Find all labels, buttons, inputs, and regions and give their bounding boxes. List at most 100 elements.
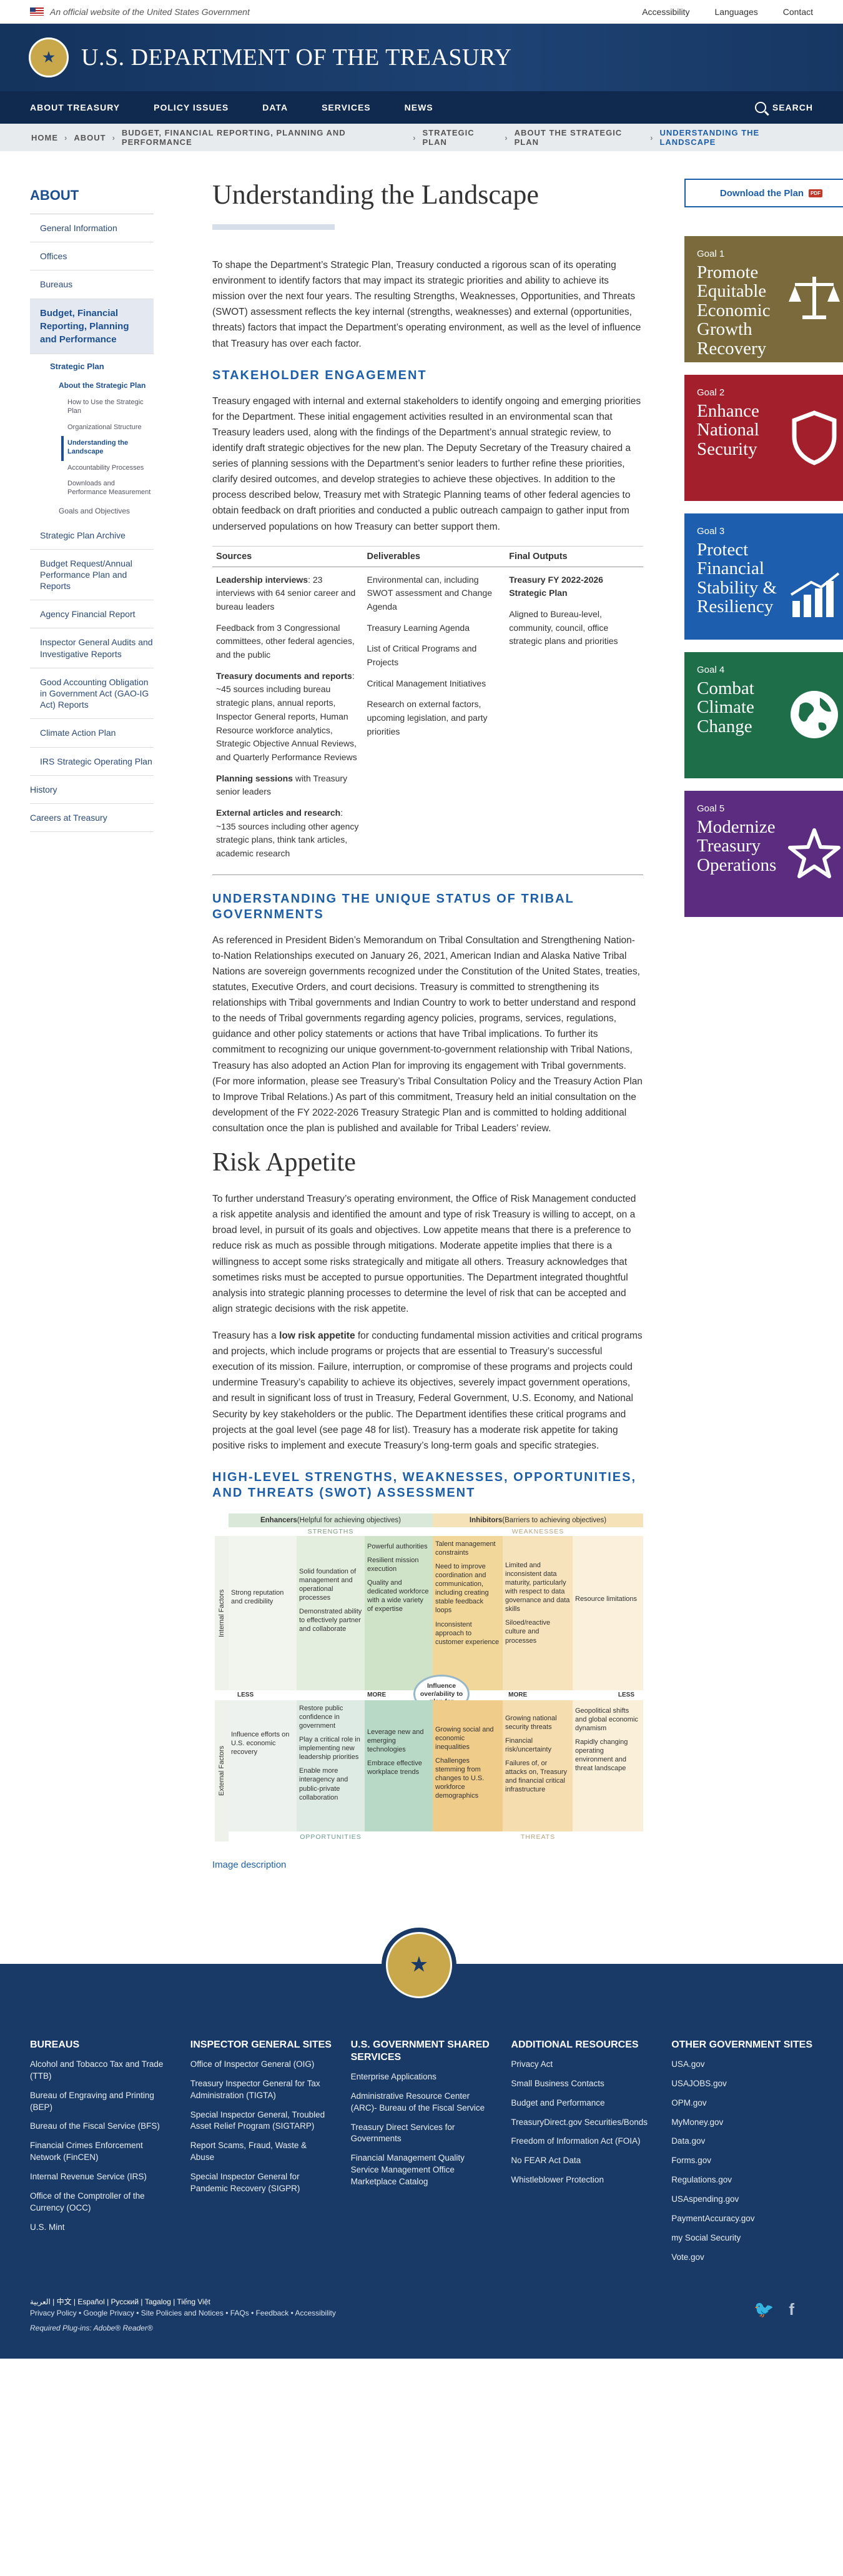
footer-link[interactable]: Small Business Contacts (511, 2078, 653, 2090)
treasury-seal-logo[interactable]: ★ (29, 37, 69, 77)
facebook-icon[interactable]: f (789, 2300, 794, 2319)
sidebar-item-irs-plan[interactable]: IRS Strategic Operating Plan (30, 748, 154, 776)
sidebar-item-accountability[interactable]: Accountability Processes (30, 461, 154, 477)
sidebar-item-climate[interactable]: Climate Action Plan (30, 719, 154, 748)
table-header-sources: Sources (212, 545, 363, 567)
swot-diagram: Enhancers (Helpful for achieving objecti… (215, 1513, 643, 1851)
footer-col-heading: INSPECTOR GENERAL SITES (190, 2039, 332, 2050)
language-links[interactable]: العربية | 中文 | Español | Русский | Tagal… (30, 2296, 210, 2307)
sidebar-item-budget[interactable]: Budget, Financial Reporting, Planning an… (30, 299, 154, 354)
goal-3-card[interactable]: Goal 3 Protect Financial Stability & Res… (684, 513, 843, 640)
masthead: ★ U.S. DEPARTMENT OF THE TREASURY (0, 24, 843, 91)
crumb-about[interactable]: ABOUT (74, 133, 106, 142)
footer-link[interactable]: Office of Inspector General (OIG) (190, 2059, 332, 2071)
sidebar-item-archive[interactable]: Strategic Plan Archive (30, 522, 154, 550)
accessibility-link[interactable]: Accessibility (642, 7, 689, 17)
sidebar-item-gao-ig[interactable]: Good Accounting Obligation in Government… (30, 668, 154, 720)
threats-col-2: Growing national security threats Financi… (503, 1700, 573, 1831)
download-plan-button[interactable]: Download the Plan PDF (684, 179, 843, 207)
breadcrumb: HOME › ABOUT › BUDGET, FINANCIAL REPORTING… (0, 124, 843, 151)
footer-link[interactable]: USA.gov (671, 2059, 813, 2071)
goal-number: Goal 1 (697, 249, 725, 259)
image-description-link[interactable]: Image description (212, 1860, 643, 1870)
footer-link[interactable]: Bureau of the Fiscal Service (BFS) (30, 2121, 172, 2133)
footer-link[interactable]: Data.gov (671, 2136, 813, 2147)
sidebar-item-bureaus[interactable]: Bureaus (30, 270, 154, 299)
tribal-heading: UNDERSTANDING THE UNIQUE STATUS OF TRIBA… (212, 891, 574, 921)
sidebar-item-agency-financial-report[interactable]: Agency Financial Report (30, 600, 154, 629)
sidebar-item-how-to-use[interactable]: How to Use the Strategic Plan (30, 395, 154, 420)
crumb-budget[interactable]: BUDGET, FINANCIAL REPORTING, PLANNING AN… (122, 128, 407, 147)
sidebar-item-goals-objectives[interactable]: Goals and Objectives (30, 502, 154, 522)
search-button[interactable]: SEARCH (754, 102, 813, 113)
footer-link[interactable]: Financial Crimes Enforcement Network (Fi… (30, 2140, 172, 2164)
goal-1-card[interactable]: Goal 1 Promote Equitable Economic Growth… (684, 236, 843, 362)
nav-data[interactable]: DATA (262, 102, 288, 112)
footer-col-heading: U.S. GOVERNMENT SHARED SERVICES (350, 2039, 490, 2063)
nav-policy-issues[interactable]: POLICY ISSUES (154, 102, 229, 112)
footer-link[interactable]: Alcohol and Tobacco Tax and Trade (TTB) (30, 2059, 172, 2083)
risk-appetite-heading: Risk Appetite (212, 1148, 356, 1177)
footer-link[interactable]: Privacy Act (511, 2059, 653, 2071)
footer-link[interactable]: Administrative Resource Center (ARC)- Bu… (351, 2091, 493, 2114)
footer-link[interactable]: Whistleblower Protection (511, 2174, 653, 2186)
footer-policy-links[interactable]: Privacy Policy • Google Privacy • Site P… (30, 2309, 336, 2317)
sidebar: ABOUT General Information Offices Bureau… (30, 151, 154, 1964)
sidebar-item-understanding-landscape[interactable]: Understanding the Landscape (61, 436, 154, 461)
stakeholder-heading: STAKEHOLDER ENGAGEMENT (212, 368, 427, 382)
footer-link[interactable]: OPM.gov (671, 2098, 813, 2109)
sidebar-item-offices[interactable]: Offices (30, 242, 154, 271)
footer-link[interactable]: Special Inspector General for Pandemic R… (190, 2171, 332, 2195)
goal-5-card[interactable]: Goal 5 Modernize Treasury Operations (684, 791, 843, 917)
footer-link[interactable]: No FEAR Act Data (511, 2155, 653, 2167)
source-item: Feedback from 3 Congressional committees… (216, 622, 355, 660)
pdf-icon: PDF (809, 189, 823, 197)
footer-link[interactable]: USAJOBS.gov (671, 2078, 813, 2090)
footer-link[interactable]: Internal Revenue Service (IRS) (30, 2171, 172, 2183)
twitter-icon[interactable]: 🐦 (754, 2300, 774, 2319)
footer-link[interactable]: Forms.gov (671, 2155, 813, 2167)
crumb-about-strategic-plan[interactable]: ABOUT THE STRATEGIC PLAN (515, 128, 644, 147)
weaknesses-col-1: Talent management constraints Need to imp… (433, 1535, 503, 1690)
footer-link[interactable]: Report Scams, Fraud, Waste & Abuse (190, 2140, 332, 2164)
sidebar-item-downloads[interactable]: Downloads and Performance Measurement (30, 477, 154, 502)
footer-link[interactable]: Enterprise Applications (351, 2071, 493, 2083)
footer-link[interactable]: Treasury Inspector General for Tax Admin… (190, 2078, 332, 2102)
sidebar-item-careers[interactable]: Careers at Treasury (30, 804, 154, 833)
languages-link[interactable]: Languages (714, 7, 757, 17)
sidebar-item-strategic-plan[interactable]: Strategic Plan (30, 354, 154, 377)
sidebar-item-about-strategic-plan[interactable]: About the Strategic Plan (30, 377, 154, 396)
site-title[interactable]: U.S. DEPARTMENT OF THE TREASURY (81, 44, 512, 71)
contact-link[interactable]: Contact (783, 7, 813, 17)
sidebar-item-budget-request[interactable]: Budget Request/Annual Performance Plan a… (30, 550, 154, 601)
footer-link[interactable]: Financial Management Quality Service Man… (351, 2152, 493, 2188)
deliverable-item: Environmental can, including SWOT assess… (367, 574, 493, 612)
footer-link[interactable]: Special Inspector General, Troubled Asse… (190, 2109, 332, 2133)
deliverable-item: List of Critical Programs and Projects (367, 643, 477, 668)
goal-2-card[interactable]: Goal 2 Enhance National Security (684, 375, 843, 501)
sidebar-item-history[interactable]: History (30, 776, 154, 804)
outputs-cell: Treasury FY 2022-2026 Strategic Plan Ali… (505, 567, 643, 875)
sidebar-item-general-information[interactable]: General Information (30, 214, 154, 243)
sidebar-item-ig-audits[interactable]: Inspector General Audits and Investigati… (30, 628, 154, 668)
goal-4-card[interactable]: Goal 4 Combat Climate Change (684, 652, 843, 778)
crumb-strategic-plan[interactable]: STRATEGIC PLAN (422, 128, 498, 147)
footer-link[interactable]: Bureau of Engraving and Printing (BEP) (30, 2090, 172, 2114)
sidebar-item-organizational-structure[interactable]: Organizational Structure (30, 420, 154, 436)
nav-services[interactable]: SERVICES (322, 102, 371, 112)
footer-link[interactable]: Regulations.gov (671, 2174, 813, 2186)
goal-number: Goal 3 (697, 526, 725, 537)
opportunities-col-2: Restore public confidence in government P… (297, 1700, 365, 1831)
footer-link[interactable]: Treasury Direct Services for Governments (351, 2122, 493, 2146)
table-header-outputs: Final Outputs (505, 545, 643, 567)
footer-link[interactable]: TreasuryDirect.gov Securities/Bonds (511, 2117, 653, 2129)
footer-link[interactable]: MyMoney.gov (671, 2117, 813, 2129)
nav-about-treasury[interactable]: ABOUT TREASURY (30, 102, 120, 112)
enhancers-header: Enhancers (Helpful for achieving objecti… (229, 1513, 433, 1527)
footer-link[interactable]: Freedom of Information Act (FOIA) (511, 2136, 653, 2147)
footer-link[interactable]: Budget and Performance (511, 2098, 653, 2109)
output-item: Aligned to Bureau-level, community, coun… (509, 609, 618, 646)
footer-seal-logo: ★ (382, 1927, 456, 2003)
nav-news[interactable]: NEWS (405, 102, 433, 112)
crumb-home[interactable]: HOME (31, 133, 58, 142)
